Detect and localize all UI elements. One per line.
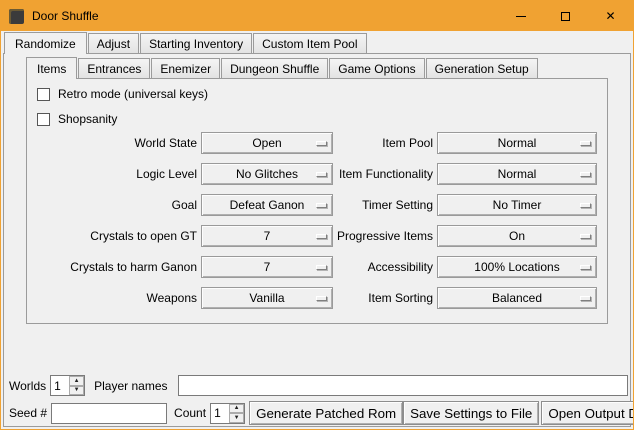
dropdown-indicator-icon [580,234,591,239]
tab-adjust[interactable]: Adjust [88,33,139,53]
crystals-open-gt-label: Crystals to open GT [36,229,197,243]
tab-starting-inventory[interactable]: Starting Inventory [140,33,252,53]
tab-custom-item-pool[interactable]: Custom Item Pool [253,33,366,53]
seed-label: Seed # [9,406,47,420]
dropdown-indicator-icon [580,172,591,177]
main-tabbar: Randomize Adjust Starting Inventory Cust… [4,32,368,54]
shopsanity-checkbox-row[interactable]: Shopsanity [37,111,117,127]
tab-generation-setup[interactable]: Generation Setup [426,58,538,78]
tab-entrances[interactable]: Entrances [78,58,150,78]
dropdown-indicator-icon [316,203,327,208]
dropdown-indicator-icon [580,265,591,270]
dropdown-indicator-icon [316,172,327,177]
item-functionality-label: Item Functionality [333,167,433,181]
count-label: Count [174,406,206,420]
player-names-input[interactable] [178,375,629,396]
item-sorting-dropdown[interactable]: Balanced [437,287,597,309]
timer-setting-label: Timer Setting [333,198,433,212]
window-controls: ✕ [498,1,633,31]
dropdown-indicator-icon [316,265,327,270]
timer-setting-dropdown[interactable]: No Timer [437,194,597,216]
worlds-spinner[interactable]: ▲ ▼ [50,375,85,396]
tab-items[interactable]: Items [26,57,77,79]
titlebar[interactable]: Door Shuffle ✕ [1,1,633,31]
weapons-label: Weapons [36,291,197,305]
item-pool-label: Item Pool [333,136,433,150]
spin-up-icon[interactable]: ▲ [69,376,84,386]
player-names-label: Player names [94,379,167,393]
progressive-items-dropdown[interactable]: On [437,225,597,247]
goal-label: Goal [36,198,197,212]
spin-down-icon[interactable]: ▼ [69,386,84,396]
crystals-harm-ganon-dropdown[interactable]: 7 [201,256,333,278]
dropdown-indicator-icon [580,141,591,146]
accessibility-dropdown[interactable]: 100% Locations [437,256,597,278]
crystals-open-gt-dropdown[interactable]: 7 [201,225,333,247]
tab-dungeon-shuffle[interactable]: Dungeon Shuffle [221,58,328,78]
accessibility-label: Accessibility [333,260,433,274]
weapons-dropdown[interactable]: Vanilla [201,287,333,309]
count-spinner[interactable]: ▲ ▼ [210,403,245,424]
logic-level-label: Logic Level [36,167,197,181]
dropdown-indicator-icon [316,141,327,146]
spin-down-icon[interactable]: ▼ [229,413,244,423]
close-icon: ✕ [605,10,615,22]
worlds-label: Worlds [9,379,46,393]
crystals-harm-ganon-label: Crystals to harm Ganon [36,260,197,274]
save-settings-button[interactable]: Save Settings to File [403,401,539,425]
retro-mode-checkbox-row[interactable]: Retro mode (universal keys) [37,86,208,102]
minimize-button[interactable] [498,1,543,31]
shopsanity-checkbox[interactable] [37,113,50,126]
sub-tabbar: Items Entrances Enemizer Dungeon Shuffle… [26,57,539,79]
minimize-icon [516,16,526,17]
item-pool-dropdown[interactable]: Normal [437,132,597,154]
window-title: Door Shuffle [32,9,99,23]
logic-level-dropdown[interactable]: No Glitches [201,163,333,185]
shopsanity-label: Shopsanity [58,112,117,126]
retro-mode-checkbox[interactable] [37,88,50,101]
worlds-value-input[interactable] [51,376,69,395]
item-sorting-label: Item Sorting [333,291,433,305]
count-value-input[interactable] [211,404,229,423]
door-shuffle-window: Door Shuffle ✕ Randomize Adjust Starting… [0,0,634,430]
open-output-directory-button[interactable]: Open Output Directory [541,401,634,425]
tab-enemizer[interactable]: Enemizer [151,58,220,78]
retro-mode-label: Retro mode (universal keys) [58,87,208,101]
close-button[interactable]: ✕ [588,1,633,31]
generate-patched-rom-button[interactable]: Generate Patched Rom [249,401,403,425]
dropdown-indicator-icon [316,234,327,239]
item-functionality-dropdown[interactable]: Normal [437,163,597,185]
spin-up-icon[interactable]: ▲ [229,404,244,414]
world-state-label: World State [36,136,197,150]
world-state-dropdown[interactable]: Open [201,132,333,154]
maximize-button[interactable] [543,1,588,31]
seed-input[interactable] [51,403,167,424]
progressive-items-label: Progressive Items [333,229,433,243]
app-icon [9,9,24,24]
dropdown-indicator-icon [316,296,327,301]
dropdown-indicator-icon [580,296,591,301]
goal-dropdown[interactable]: Defeat Ganon [201,194,333,216]
maximize-icon [561,12,570,21]
tab-randomize[interactable]: Randomize [4,32,87,54]
dropdown-indicator-icon [580,203,591,208]
tab-game-options[interactable]: Game Options [329,58,424,78]
